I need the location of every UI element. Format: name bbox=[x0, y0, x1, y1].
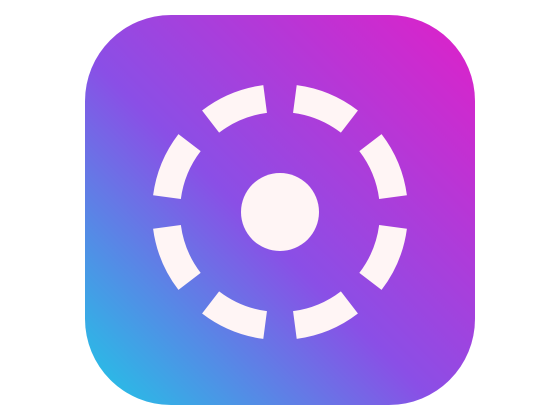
app-icon[interactable] bbox=[85, 15, 475, 405]
center-dot bbox=[241, 173, 319, 251]
canvas bbox=[0, 0, 560, 420]
dashed-ring-target-icon bbox=[85, 15, 475, 405]
